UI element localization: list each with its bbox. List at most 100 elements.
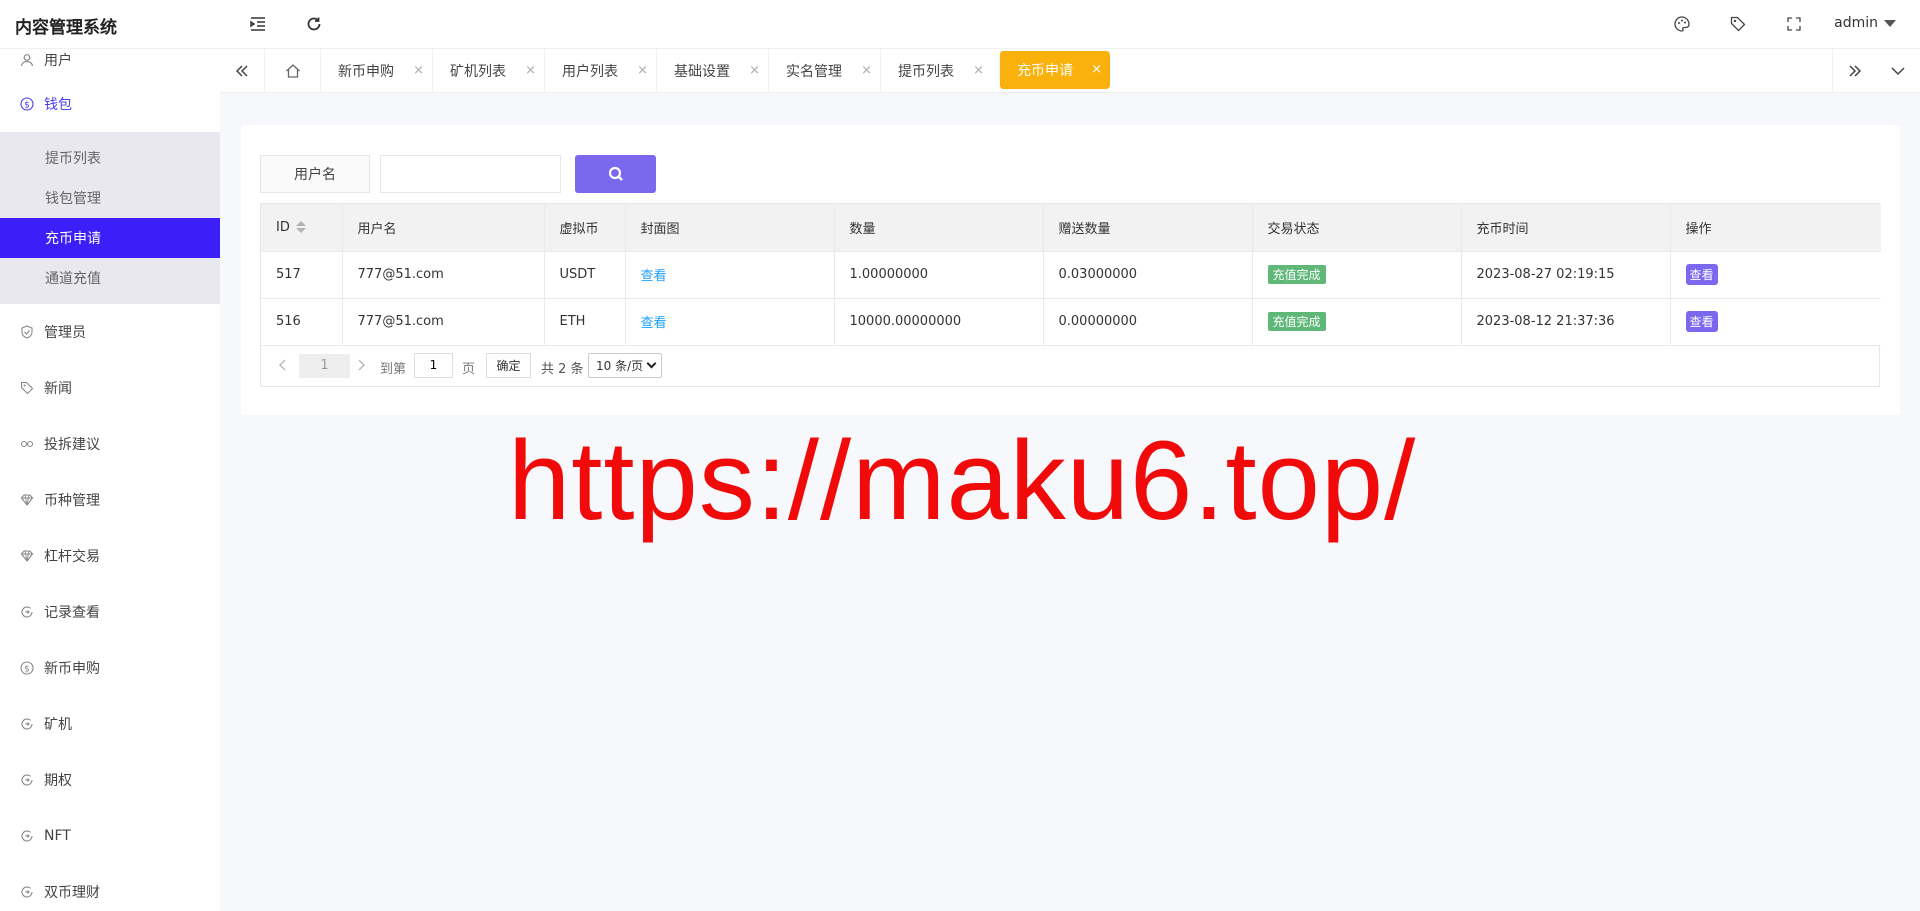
- view-cover-link[interactable]: 查看: [641, 269, 667, 284]
- tab-realname[interactable]: 实名管理 ×: [768, 49, 880, 93]
- close-icon[interactable]: ×: [637, 63, 648, 78]
- table-header-row: ID 用户名 虚拟币 封面图 数量 赠送数量 交易状态 充币时间 操作: [261, 204, 1881, 252]
- sidebar-item-wallet[interactable]: $ 钱包: [0, 76, 220, 132]
- username-search-input[interactable]: [380, 155, 561, 193]
- view-cover-link[interactable]: 查看: [641, 316, 667, 331]
- tab-withdraw-list[interactable]: 提币列表 ×: [880, 49, 992, 93]
- cell-gift: 0.00000000: [1043, 298, 1253, 346]
- search-icon: [608, 166, 623, 181]
- close-icon[interactable]: ×: [413, 63, 424, 78]
- sidebar-item-options[interactable]: 期权: [0, 752, 220, 808]
- shield-icon: [20, 325, 34, 339]
- view-button[interactable]: 查看: [1685, 264, 1718, 285]
- dollar-circle-icon: $: [20, 97, 34, 111]
- content-panel: 用户名 ID 用户名 虚拟币 封面图 数量 赠送数量 交易状态 充币时间 操作: [241, 125, 1900, 415]
- user-menu[interactable]: admin: [1834, 15, 1896, 31]
- tab-miner-list[interactable]: 矿机列表 ×: [432, 49, 544, 93]
- sidebar-item-feedback[interactable]: 投拆建议: [0, 416, 220, 472]
- sidebar-item-coin-manage[interactable]: 币种管理: [0, 472, 220, 528]
- close-icon[interactable]: ×: [861, 63, 872, 78]
- sidebar-item-nft[interactable]: NFT: [0, 808, 220, 864]
- cell-coin: USDT: [544, 251, 626, 299]
- tab-basic-settings[interactable]: 基础设置 ×: [656, 49, 768, 93]
- wallet-submenu: 提币列表 钱包管理 充币申请 通道充值: [0, 132, 220, 304]
- cell-time: 2023-08-12 21:37:36: [1461, 298, 1671, 346]
- goto-suffix: 页: [462, 361, 476, 377]
- sidebar-item-news[interactable]: 新闻: [0, 360, 220, 416]
- sidebar-item-dual-currency[interactable]: 双币理财: [0, 864, 220, 911]
- close-icon[interactable]: ×: [973, 63, 984, 78]
- theme-button[interactable]: [1671, 13, 1693, 35]
- tag-icon: [20, 381, 34, 395]
- close-icon[interactable]: ×: [749, 63, 760, 78]
- sidebar-subitem-channel-recharge[interactable]: 通道充值: [0, 258, 220, 298]
- cell-cover: 查看: [625, 298, 835, 346]
- view-button[interactable]: 查看: [1685, 311, 1718, 332]
- sidebar-item-label: 矿机: [44, 717, 72, 733]
- link-icon: [20, 437, 34, 451]
- refresh-button[interactable]: [303, 13, 325, 35]
- diamond-icon: [20, 549, 34, 563]
- circle-arrow-icon: [20, 829, 34, 843]
- sidebar-item-label: 新币申购: [44, 661, 100, 677]
- close-icon[interactable]: ×: [525, 63, 536, 78]
- sidebar-item-label: 双币理财: [44, 885, 100, 901]
- current-page[interactable]: 1: [299, 353, 350, 378]
- sidebar-item-miner[interactable]: 矿机: [0, 696, 220, 752]
- tabs-scroll-left-button[interactable]: [220, 49, 264, 93]
- collapse-menu-button[interactable]: [247, 13, 269, 35]
- caret-down-icon: [1884, 19, 1896, 27]
- search-button[interactable]: [575, 155, 656, 193]
- sidebar-item-label: NFT: [44, 828, 71, 844]
- cell-status: 充值完成: [1252, 251, 1462, 299]
- top-header: 内容管理系统 admin: [0, 0, 1920, 49]
- user-icon: [20, 53, 34, 67]
- username-label: admin: [1834, 15, 1878, 31]
- cell-time: 2023-08-27 02:19:15: [1461, 251, 1671, 299]
- fullscreen-button[interactable]: [1783, 13, 1805, 35]
- sidebar-item-user[interactable]: 用户: [0, 49, 220, 76]
- sidebar-subitem-wallet-manage[interactable]: 钱包管理: [0, 178, 220, 218]
- cell-amount: 10000.00000000: [834, 298, 1044, 346]
- pagination: 1 到第 页 确定 共 2 条 10 条/页: [261, 346, 1879, 386]
- deposit-table: ID 用户名 虚拟币 封面图 数量 赠送数量 交易状态 充币时间 操作 517 …: [260, 203, 1881, 387]
- sidebar-item-leverage[interactable]: 杠杆交易: [0, 528, 220, 584]
- sidebar-item-label: 管理员: [44, 325, 86, 341]
- cell-id: 517: [261, 251, 343, 299]
- next-page-button[interactable]: [354, 358, 368, 376]
- goto-page-input[interactable]: [414, 352, 453, 378]
- prev-page-button[interactable]: [276, 358, 290, 376]
- double-chevron-right-icon: [1848, 65, 1861, 77]
- tabs-scroll-right-button[interactable]: [1832, 49, 1876, 93]
- tag-button[interactable]: [1727, 13, 1749, 35]
- chevron-down-icon: [1891, 67, 1905, 76]
- sort-icon[interactable]: [295, 221, 306, 234]
- tab-home[interactable]: [264, 49, 320, 93]
- sidebar-item-records[interactable]: 记录查看: [0, 584, 220, 640]
- column-header-id[interactable]: ID: [261, 204, 343, 252]
- table-row: 517 777@51.com USDT 查看 1.00000000 0.0300…: [261, 251, 1881, 299]
- goto-prefix: 到第: [380, 361, 407, 377]
- close-icon[interactable]: ×: [1091, 62, 1102, 77]
- column-header-time: 充币时间: [1461, 204, 1671, 252]
- sidebar-item-label: 期权: [44, 773, 72, 789]
- refresh-icon: [307, 17, 321, 31]
- page-size-select[interactable]: 10 条/页: [588, 352, 662, 378]
- tab-label: 新币申购: [338, 64, 394, 80]
- tab-user-list[interactable]: 用户列表 ×: [544, 49, 656, 93]
- tab-deposit-apply[interactable]: 充币申请 ×: [999, 51, 1110, 89]
- tab-new-coin[interactable]: 新币申购 ×: [320, 49, 432, 93]
- sidebar-item-admin[interactable]: 管理员: [0, 304, 220, 360]
- sidebar-subitem-withdraw-list[interactable]: 提币列表: [0, 138, 220, 178]
- sidebar-item-new-coin[interactable]: $ 新币申购: [0, 640, 220, 696]
- search-field-label: 用户名: [260, 155, 370, 193]
- cell-username: 777@51.com: [342, 251, 545, 299]
- sidebar-subitem-deposit-apply[interactable]: 充币申请: [0, 218, 220, 258]
- tab-label: 用户列表: [562, 64, 618, 80]
- tab-label: 实名管理: [786, 64, 842, 80]
- circle-arrow-icon: [20, 885, 34, 899]
- tabs-menu-button[interactable]: [1876, 49, 1920, 93]
- svg-text:$: $: [24, 664, 30, 674]
- goto-confirm-button[interactable]: 确定: [486, 352, 531, 378]
- sidebar-item-label: 新闻: [44, 381, 72, 397]
